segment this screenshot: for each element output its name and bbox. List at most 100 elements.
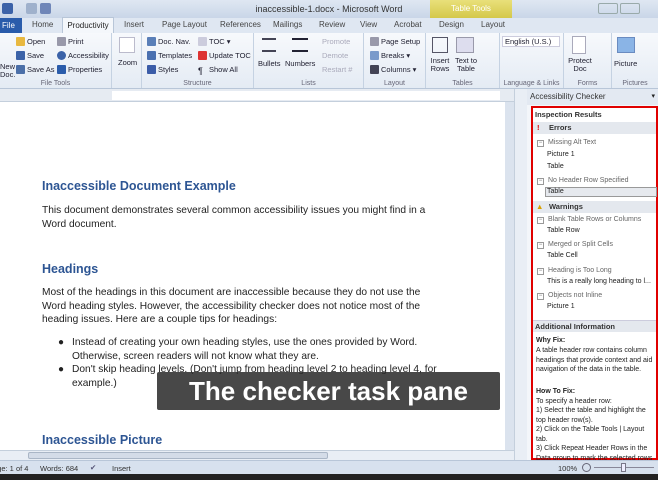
printer-icon [57, 37, 66, 46]
accessibility-button[interactable]: Accessibility [57, 51, 109, 60]
group-structure: Doc. Nav. Templates Styles TOC ▾ Update … [142, 33, 254, 88]
columns-icon [370, 65, 379, 74]
save-as-button[interactable]: Save As [16, 65, 55, 74]
tab-page-layout[interactable]: Page Layout [162, 20, 207, 29]
save-button[interactable]: Save [16, 51, 44, 60]
error-item[interactable]: Table [547, 163, 564, 170]
error-category[interactable]: − No Header Row Specified [537, 177, 629, 185]
new-doc-button[interactable]: New Doc. [0, 63, 15, 79]
open-button[interactable]: Open [16, 37, 45, 46]
group-label: Forms [577, 80, 598, 87]
collapse-icon: − [537, 217, 544, 224]
group-label: Language & Links [503, 80, 560, 87]
warning-category[interactable]: − Merged or Split Cells [537, 241, 613, 249]
text-to-table-button[interactable]: Text to Table [453, 57, 479, 73]
heading-picture: Inaccessible Picture [42, 433, 163, 447]
properties-button[interactable]: Properties [57, 65, 102, 74]
tab-mailings[interactable]: Mailings [273, 20, 302, 29]
word-count[interactable]: Words: 684 [40, 464, 78, 473]
restart-button[interactable]: Restart # [322, 65, 352, 74]
minimize-button[interactable] [598, 3, 618, 14]
error-category[interactable]: − Missing Alt Text [537, 139, 596, 147]
save-as-icon [16, 65, 25, 74]
ribbon: New Doc. Open Save Save As Print Accessi… [0, 33, 658, 89]
page-count[interactable]: Page: 1 of 4 [0, 464, 28, 473]
tab-layout[interactable]: Layout [481, 20, 505, 29]
warning-item[interactable]: Picture 1 [547, 303, 575, 310]
doc-nav-button[interactable]: Doc. Nav. [147, 37, 190, 46]
warning-icon: ▲ [536, 202, 544, 211]
columns-button[interactable]: Columns ▾ [370, 65, 416, 74]
error-icon: ! [537, 123, 540, 132]
zoom-slider-thumb[interactable] [621, 463, 626, 472]
show-all-button[interactable]: ¶ Show All [198, 65, 238, 76]
intro-paragraph: This document demonstrates several commo… [42, 205, 426, 230]
group-tables: Insert Rows Text to Table Tables [426, 33, 500, 88]
insert-rows-button[interactable]: Insert Rows [429, 57, 451, 73]
vertical-scrollbar[interactable] [514, 89, 527, 460]
horizontal-ruler[interactable] [0, 89, 514, 102]
page-setup-button[interactable]: Page Setup [370, 37, 420, 46]
warning-category[interactable]: − Blank Table Rows or Columns [537, 216, 641, 224]
protect-doc-button[interactable]: Protect Doc [567, 57, 593, 73]
proofing-icon[interactable]: ✔ [90, 463, 96, 472]
tab-insert[interactable]: Insert [124, 20, 144, 29]
tab-view[interactable]: View [360, 20, 377, 29]
collapse-icon: − [537, 178, 544, 185]
page-setup-icon [370, 37, 379, 46]
tab-acrobat[interactable]: Acrobat [394, 20, 422, 29]
collapse-icon: − [537, 268, 544, 275]
group-forms: Protect Doc Forms [564, 33, 612, 88]
print-button[interactable]: Print [57, 37, 83, 46]
why-fix-text: A table header row contains column headi… [536, 347, 653, 373]
collapse-icon: − [537, 140, 544, 147]
language-dropdown[interactable]: English (U.S.) [502, 36, 560, 47]
pilcrow-icon: ¶ [198, 66, 203, 76]
save-icon [16, 51, 25, 60]
error-item[interactable]: Picture 1 [547, 151, 575, 158]
numbers-button[interactable]: Numbers [285, 59, 315, 68]
breaks-button[interactable]: Breaks ▾ [370, 51, 410, 60]
screen-edge [0, 474, 658, 480]
picture-button[interactable]: Picture [614, 59, 637, 68]
tab-design[interactable]: Design [439, 20, 464, 29]
insert-mode[interactable]: Insert [112, 464, 131, 473]
group-pictures: Picture Pictures [612, 33, 658, 88]
update-toc-button[interactable]: Update TOC [198, 51, 251, 60]
warning-category[interactable]: − Heading is Too Long [537, 267, 612, 275]
toc-icon [198, 37, 207, 46]
video-caption: The checker task pane [157, 372, 500, 410]
headings-paragraph: Most of the headings in this document ar… [42, 287, 421, 325]
bullets-button[interactable]: Bullets [258, 59, 281, 68]
demote-button[interactable]: Demote [322, 51, 348, 60]
warning-category[interactable]: − Objects not Inline [537, 292, 602, 300]
document-title: Inaccessible Document Example [42, 179, 236, 193]
error-item-selected[interactable]: Table [545, 187, 657, 197]
how-to-fix-step: 1) Select the table and highlight the to… [536, 407, 646, 424]
maximize-button[interactable] [620, 3, 640, 14]
collapse-icon: − [537, 242, 544, 249]
warning-item[interactable]: This is a really long heading to l... [547, 278, 651, 285]
breaks-icon [370, 51, 379, 60]
zoom-level[interactable]: 100% [558, 464, 577, 473]
picture-icon [617, 37, 635, 53]
templates-button[interactable]: Templates [147, 51, 192, 60]
pane-menu-icon[interactable]: ▾ [651, 92, 655, 100]
insert-rows-icon [432, 37, 448, 53]
warning-item[interactable]: Table Cell [547, 252, 578, 259]
properties-icon [57, 65, 66, 74]
styles-button[interactable]: Styles [147, 65, 178, 74]
tab-file[interactable]: File [0, 18, 22, 33]
tab-productivity[interactable]: Productivity [62, 17, 114, 34]
how-to-fix-label: How To Fix: [536, 388, 576, 395]
tab-review[interactable]: Review [319, 20, 345, 29]
toc-button[interactable]: TOC ▾ [198, 37, 231, 46]
zoom-button[interactable]: Zoom [118, 58, 137, 67]
results-label: Inspection Results [535, 110, 602, 119]
promote-button[interactable]: Promote [322, 37, 350, 46]
warning-item[interactable]: Table Row [547, 227, 580, 234]
tab-home[interactable]: Home [32, 20, 53, 29]
scroll-thumb[interactable] [28, 452, 328, 459]
tab-references[interactable]: References [220, 20, 261, 29]
zoom-out-button[interactable] [582, 463, 591, 472]
